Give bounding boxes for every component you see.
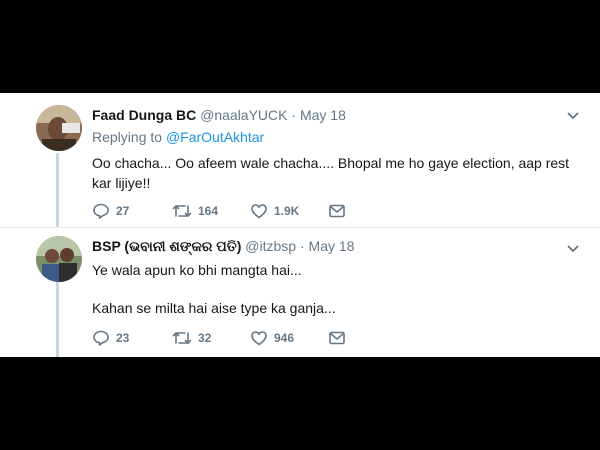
retweet-button[interactable]: 164 — [172, 201, 218, 221]
reply-icon — [93, 330, 109, 346]
like-count: 1.9K — [274, 204, 300, 218]
chevron-down-icon[interactable] — [566, 111, 580, 121]
tweet-bsp[interactable]: BSP (ଭବାନୀ ଶଙ୍କର ପତି) @itzbsp · May 18 Y… — [0, 227, 600, 357]
avatar[interactable] — [36, 105, 82, 151]
reply-button[interactable]: 23 — [92, 328, 129, 348]
user-handle[interactable]: @naalaYUCK — [200, 107, 287, 123]
like-count: 946 — [274, 331, 295, 345]
direct-message-icon — [329, 204, 345, 218]
header-separator: · — [291, 107, 297, 123]
tweet-thread-panel: Faad Dunga BC @naalaYUCK · May 18 Replyi… — [0, 93, 600, 357]
tweet-actions: 23 32 946 — [92, 328, 492, 348]
replying-to-handle-link[interactable]: @FarOutAkhtar — [166, 129, 264, 145]
reply-icon — [93, 203, 109, 219]
direct-message-button[interactable] — [328, 201, 346, 221]
tweet-text: Oo chacha... Oo afeem wale chacha.... Bh… — [92, 155, 573, 191]
tweet-date[interactable]: May 18 — [300, 107, 346, 123]
tweet-text-line-2: Kahan se milta hai aise type ka ganja... — [92, 300, 336, 316]
display-name[interactable]: BSP (ଭବାନୀ ଶଙ୍କର ପତି) — [92, 238, 241, 254]
retweet-icon — [172, 205, 192, 217]
replying-to-line: Replying to @FarOutAkhtar — [92, 129, 264, 145]
direct-message-button[interactable] — [328, 328, 346, 348]
user-handle[interactable]: @itzbsp — [245, 238, 296, 254]
like-icon — [251, 331, 267, 346]
chevron-down-icon[interactable] — [566, 244, 580, 254]
tweet-text-line-1: Ye wala apun ko bhi mangta hai... — [92, 262, 302, 278]
retweet-count: 164 — [198, 204, 219, 218]
thread-connector-line — [56, 153, 59, 227]
retweet-icon — [172, 332, 192, 344]
header-separator: · — [299, 238, 305, 254]
reply-button[interactable]: 27 — [92, 201, 129, 221]
avatar[interactable] — [36, 236, 82, 282]
avatar-photo-icon — [36, 105, 82, 151]
display-name[interactable]: Faad Dunga BC — [92, 107, 196, 123]
replying-to-label: Replying to — [92, 129, 163, 145]
direct-message-icon — [329, 331, 345, 345]
tweet-header: Faad Dunga BC @naalaYUCK · May 18 — [92, 107, 346, 123]
reply-count: 23 — [116, 331, 130, 345]
retweet-button[interactable]: 32 — [172, 328, 211, 348]
avatar-photo-icon — [36, 236, 82, 282]
tweet-header: BSP (ଭବାନୀ ଶଙ୍କର ପତି) @itzbsp · May 18 — [92, 238, 354, 255]
reply-count: 27 — [116, 204, 130, 218]
tweet-date[interactable]: May 18 — [309, 238, 355, 254]
like-icon — [251, 204, 267, 219]
tweet-actions: 27 164 1.9K — [92, 201, 492, 221]
tweet-faad-dunga[interactable]: Faad Dunga BC @naalaYUCK · May 18 Replyi… — [0, 93, 600, 227]
like-button[interactable]: 946 — [250, 328, 294, 348]
retweet-count: 32 — [198, 331, 212, 345]
thread-connector-line — [56, 278, 59, 357]
like-button[interactable]: 1.9K — [250, 201, 299, 221]
